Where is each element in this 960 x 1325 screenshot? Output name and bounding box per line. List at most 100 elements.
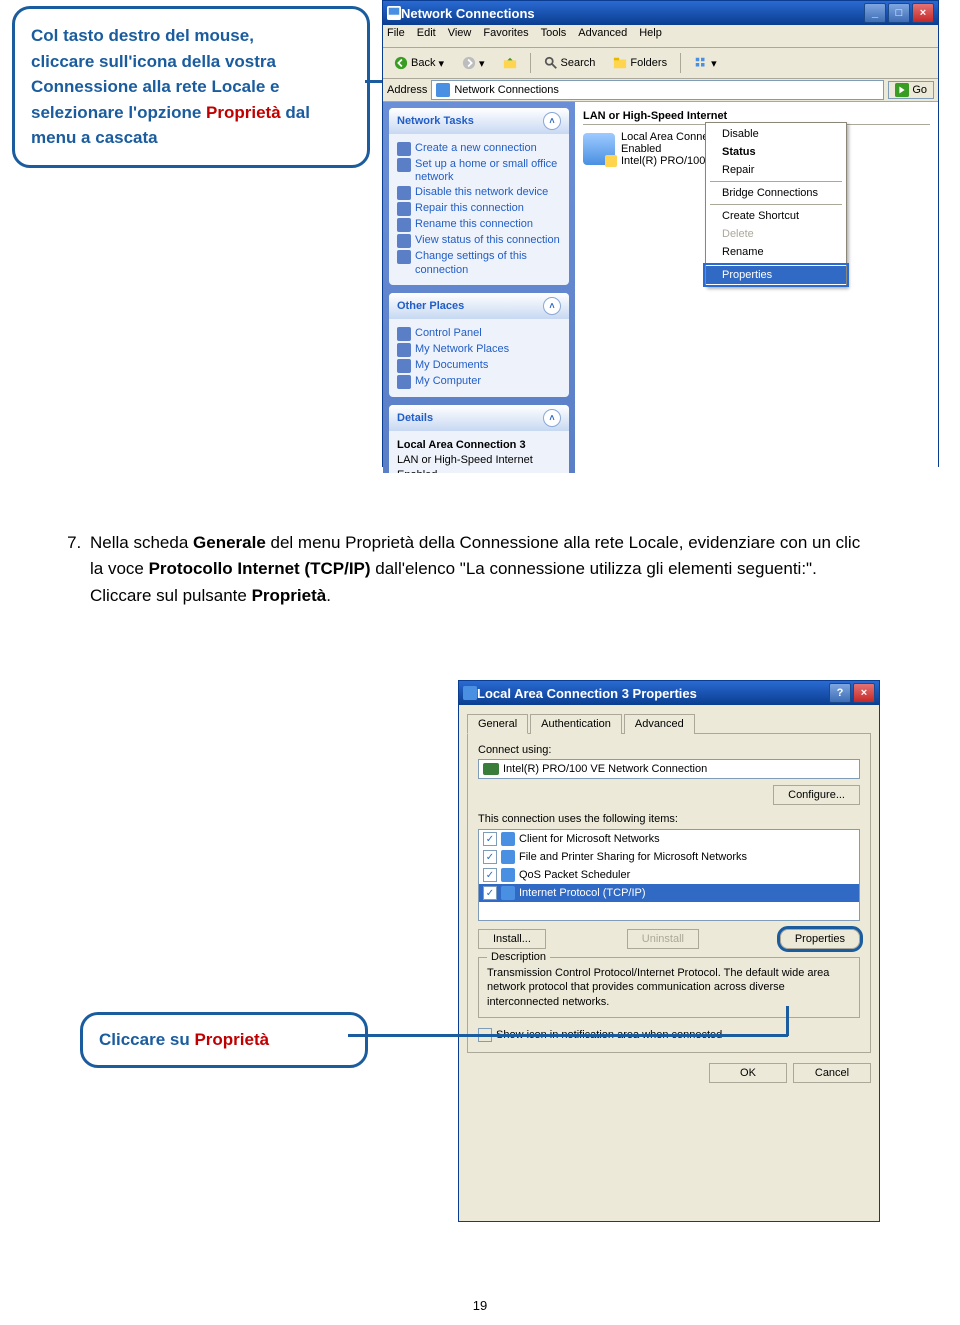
address-field[interactable]: Network Connections xyxy=(431,80,884,100)
task-link[interactable]: Set up a home or small office network xyxy=(397,158,561,184)
go-button[interactable]: Go xyxy=(888,81,934,99)
task-link[interactable]: Create a new connection xyxy=(397,142,561,156)
panel-title: Details xyxy=(397,412,433,424)
ctx-delete: Delete xyxy=(706,225,846,243)
list-item[interactable]: ✓ Client for Microsoft Networks xyxy=(479,830,859,848)
tab-general[interactable]: General xyxy=(467,714,528,734)
place-link[interactable]: My Network Places xyxy=(397,343,561,357)
component-icon xyxy=(501,850,515,864)
task-icon xyxy=(397,250,411,264)
separator xyxy=(710,263,842,264)
panel-header[interactable]: Details˄ xyxy=(389,405,569,431)
items-listbox[interactable]: ✓ Client for Microsoft Networks ✓File and… xyxy=(478,829,860,921)
ctx-rename[interactable]: Rename xyxy=(706,243,846,261)
task-icon xyxy=(397,158,411,172)
panel-header[interactable]: Network Tasks˄ xyxy=(389,108,569,134)
component-icon xyxy=(501,868,515,882)
list-item[interactable]: ✓ QoS Packet Scheduler xyxy=(479,866,859,884)
ctx-disable[interactable]: Disable xyxy=(706,125,846,143)
separator xyxy=(710,204,842,205)
task-icon xyxy=(397,202,411,216)
list-item-selected[interactable]: ✓Internet Protocol (TCP/IP) xyxy=(479,884,859,902)
uninstall-button: Uninstall xyxy=(627,929,699,949)
text-bold: Protocollo Internet (TCP/IP) xyxy=(149,559,371,578)
text-bold: Proprietà xyxy=(252,586,327,605)
tab-authentication[interactable]: Authentication xyxy=(530,714,622,734)
description-label: Description xyxy=(487,951,550,963)
panel-header[interactable]: Other Places˄ xyxy=(389,293,569,319)
task-link[interactable]: Repair this connection xyxy=(397,202,561,216)
place-link[interactable]: My Computer xyxy=(397,375,561,389)
checkbox-icon[interactable]: ✓ xyxy=(483,868,497,882)
context-menu: Disable Status Repair Bridge Connections… xyxy=(705,122,847,287)
folders-button[interactable]: Folders xyxy=(606,53,674,73)
close-button[interactable]: × xyxy=(853,683,875,703)
minimize-button[interactable]: _ xyxy=(864,3,886,23)
install-button[interactable]: Install... xyxy=(478,929,546,949)
checkbox-icon[interactable]: ✓ xyxy=(483,850,497,864)
menu-view[interactable]: View xyxy=(448,27,472,45)
place-link[interactable]: Control Panel xyxy=(397,327,561,341)
window-controls: _ □ × xyxy=(864,3,934,23)
search-label: Search xyxy=(561,57,596,69)
menu-file[interactable]: File xyxy=(387,27,405,45)
main-pane: LAN or High-Speed Internet Local Area Co… xyxy=(575,102,938,473)
menu-help[interactable]: Help xyxy=(639,27,662,45)
folders-label: Folders xyxy=(630,57,667,69)
close-button[interactable]: × xyxy=(912,3,934,23)
up-button[interactable] xyxy=(496,53,524,73)
tab-advanced[interactable]: Advanced xyxy=(624,714,695,734)
list-item[interactable]: ✓File and Printer Sharing for Microsoft … xyxy=(479,848,859,866)
task-icon xyxy=(397,142,411,156)
callout-line: dal xyxy=(281,103,310,122)
chevron-up-icon: ˄ xyxy=(543,297,561,315)
menu-tools[interactable]: Tools xyxy=(541,27,567,45)
views-button[interactable]: ▾ xyxy=(687,53,724,73)
ctx-shortcut[interactable]: Create Shortcut xyxy=(706,207,846,225)
place-label: My Documents xyxy=(415,359,488,372)
ctx-repair[interactable]: Repair xyxy=(706,161,846,179)
ctx-status[interactable]: Status xyxy=(706,143,846,161)
place-link[interactable]: My Documents xyxy=(397,359,561,373)
menu-favorites[interactable]: Favorites xyxy=(483,27,528,45)
views-icon xyxy=(694,56,708,70)
place-icon xyxy=(397,359,411,373)
ctx-properties[interactable]: Properties xyxy=(706,266,846,284)
text-bold: Generale xyxy=(193,533,266,552)
description-text: Transmission Control Protocol/Internet P… xyxy=(487,966,851,1009)
task-link[interactable]: Rename this connection xyxy=(397,218,561,232)
nic-name: Intel(R) PRO/100 VE Network Connection xyxy=(503,763,707,775)
properties-button[interactable]: Properties xyxy=(780,929,860,949)
cancel-button[interactable]: Cancel xyxy=(793,1063,871,1083)
item-label: QoS Packet Scheduler xyxy=(519,869,630,881)
search-button[interactable]: Search xyxy=(537,53,603,73)
callout-text: Cliccare su xyxy=(99,1030,194,1049)
task-link[interactable]: View status of this connection xyxy=(397,234,561,248)
task-link[interactable]: Disable this network device xyxy=(397,186,561,200)
menu-advanced[interactable]: Advanced xyxy=(578,27,627,45)
connector-line xyxy=(348,1034,788,1037)
go-icon xyxy=(895,83,909,97)
maximize-button[interactable]: □ xyxy=(888,3,910,23)
ok-button[interactable]: OK xyxy=(709,1063,787,1083)
folders-icon xyxy=(613,56,627,70)
back-button[interactable]: Back ▾ xyxy=(387,53,451,73)
ctx-bridge[interactable]: Bridge Connections xyxy=(706,184,846,202)
forward-button[interactable]: ▾ xyxy=(455,53,492,73)
checkbox-icon[interactable]: ✓ xyxy=(483,832,497,846)
back-label: Back xyxy=(411,57,435,69)
checkbox-icon[interactable]: ✓ xyxy=(483,886,497,900)
help-button[interactable]: ? xyxy=(829,683,851,703)
place-icon xyxy=(397,375,411,389)
menu-edit[interactable]: Edit xyxy=(417,27,436,45)
chevron-up-icon: ˄ xyxy=(543,112,561,130)
place-label: Control Panel xyxy=(415,327,482,340)
network-tasks-panel: Network Tasks˄ Create a new connection S… xyxy=(389,108,569,285)
text: . xyxy=(326,586,331,605)
task-link[interactable]: Change settings of this connection xyxy=(397,250,561,276)
item-label: Client for Microsoft Networks xyxy=(519,833,660,845)
configure-button[interactable]: Configure... xyxy=(773,785,860,805)
callout-line: Col tasto destro del mouse, xyxy=(31,26,254,45)
network-connections-window: Network Connections _ □ × File Edit View… xyxy=(382,0,939,467)
description-group: Description Transmission Control Protoco… xyxy=(478,957,860,1018)
